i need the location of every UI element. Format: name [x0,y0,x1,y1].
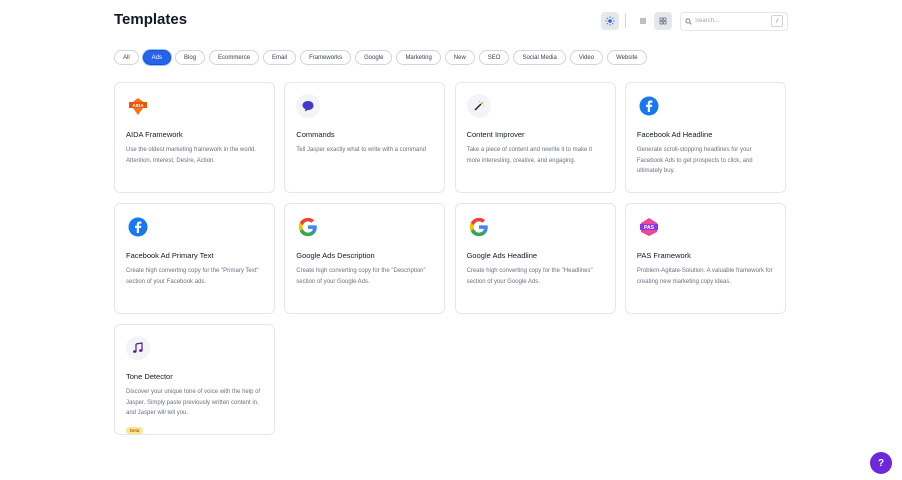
template-card-google-ads-headline[interactable]: Google Ads Headline Create high convertin… [454,203,616,314]
template-description: Generate scroll-stopping headlines for y… [636,147,753,174]
template-title: AIDA Framework [126,130,183,139]
template-description: Create high converting copy for the "Pri… [126,268,259,285]
template-description: Problem-Agitate-Solution. A valuable fra… [636,268,773,285]
search-box[interactable]: / [680,11,788,31]
category-filters: All Ads Blog Ecommerce Email Frameworks Google… [114,50,647,65]
filter-chip-website[interactable]: Website [607,50,647,65]
filter-chip-new[interactable]: New [444,50,475,65]
filter-chip-marketing[interactable]: Marketing [396,50,441,65]
list-icon [640,18,646,24]
template-card-tone-detector[interactable]: Tone Detector Discover your unique tone o… [114,324,275,435]
template-title: PAS Framework [636,251,691,260]
page-title: Templates [114,11,188,28]
template-title: Google Ads Description [296,251,375,260]
filter-chip-frameworks[interactable]: Frameworks [300,50,352,65]
template-card-aida-framework[interactable]: AIDA AIDA Framework Use the oldest marketi… [114,82,275,193]
template-card-facebook-ad-primary-text[interactable]: Facebook Ad Primary Text Create high conv… [114,203,275,314]
template-title: Facebook Ad Primary Text [126,251,214,260]
grid-view-button[interactable] [654,12,672,30]
music-note-icon [126,336,150,360]
filter-chip-ads[interactable]: Ads [142,50,172,65]
template-description: Create high converting copy for the "Des… [296,268,426,285]
list-view-button[interactable] [634,12,652,30]
template-title: Tone Detector [126,372,173,381]
filter-chip-google[interactable]: Google [355,50,393,65]
search-input[interactable] [695,18,771,24]
header-tools: / [599,10,788,32]
header: Templates / [114,10,788,34]
facebook-icon [126,215,150,239]
aida-icon-text: AIDA [133,103,145,108]
template-description: Tell Jasper exactly what to write with a… [296,147,427,153]
pas-icon-text: PAS [644,225,655,231]
search-icon [685,17,692,25]
speech-bubble-icon [296,94,321,118]
filter-chip-all[interactable]: All [114,50,139,65]
help-button[interactable]: ? [870,452,892,474]
google-icon [296,215,320,239]
template-description: Take a piece of content and rewrite it t… [466,147,592,164]
filter-chip-social-media[interactable]: Social Media [513,50,566,65]
template-title: Google Ads Headline [466,251,538,260]
template-card-facebook-ad-headline[interactable]: Facebook Ad Headline Generate scroll-stop… [624,82,786,193]
search-shortcut-key: / [771,15,783,27]
light-mode-toggle[interactable] [601,12,619,30]
template-description: Use the oldest marketing framework in th… [126,147,257,164]
google-icon [467,215,491,239]
template-card-commands[interactable]: Commands Tell Jasper exactly what to writ… [284,82,446,193]
filter-chip-blog[interactable]: Blog [175,50,206,65]
filter-chip-video[interactable]: Video [569,50,604,65]
template-title: Commands [296,130,335,139]
filter-chip-ecommerce[interactable]: Ecommerce [209,50,260,65]
filter-chip-email[interactable]: Email [263,50,297,65]
template-card-pas-framework[interactable]: PAS PAS Framework Problem-Agitate-Solution… [624,203,786,314]
filter-chip-seo[interactable]: SEO [478,50,510,65]
facebook-icon [637,94,661,118]
pas-icon: PAS [637,215,661,239]
template-card-content-improver[interactable]: Content Improver Take a piece of content … [454,82,616,193]
beta-badge: Beta [126,426,144,434]
templates-grid: AIDA AIDA Framework Use the oldest marketi… [114,82,788,435]
template-title: Content Improver [466,130,525,139]
template-card-google-ads-description[interactable]: Google Ads Description Create high conver… [284,203,446,314]
template-title: Facebook Ad Headline [636,130,713,139]
toolbar-divider [625,14,626,28]
magic-wand-icon [466,94,491,118]
grid-icon [659,17,667,25]
sun-icon [605,16,615,26]
aida-icon: AIDA [126,94,150,118]
template-description: Discover your unique tone of voice with … [126,389,261,416]
template-description: Create high converting copy for the "Hea… [466,268,593,285]
